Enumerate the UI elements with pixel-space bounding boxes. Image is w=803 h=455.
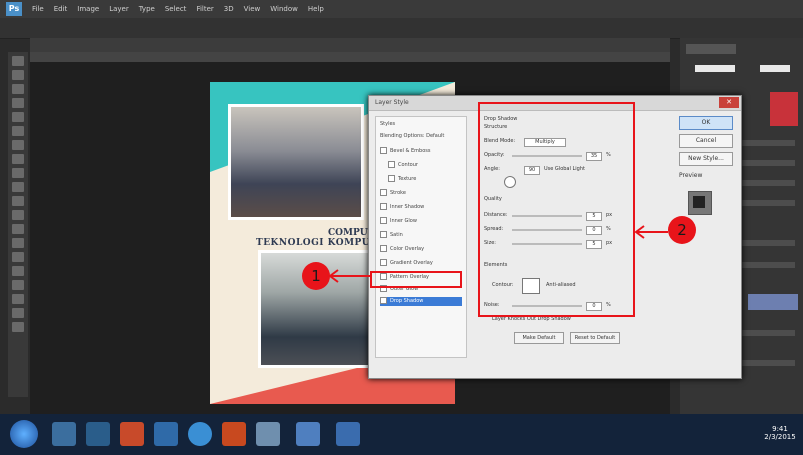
app-icon[interactable] — [86, 422, 110, 446]
explorer-icon[interactable] — [52, 422, 76, 446]
annotation-marker-2: 2 — [668, 216, 696, 244]
browser-icon[interactable] — [188, 422, 212, 446]
powerpoint-icon[interactable] — [222, 422, 246, 446]
start-button-icon[interactable] — [10, 420, 38, 448]
photos-icon[interactable] — [256, 422, 280, 446]
system-clock[interactable]: 9:41 2/3/2015 — [760, 425, 800, 441]
clock-time: 9:41 — [772, 425, 788, 433]
clock-date: 2/3/2015 — [764, 433, 796, 441]
annotation-marker-1: 1 — [302, 262, 330, 290]
photoshop-taskbar-icon[interactable] — [336, 422, 360, 446]
media-player-icon[interactable] — [120, 422, 144, 446]
app-icon[interactable] — [296, 422, 320, 446]
app-icon[interactable] — [154, 422, 178, 446]
